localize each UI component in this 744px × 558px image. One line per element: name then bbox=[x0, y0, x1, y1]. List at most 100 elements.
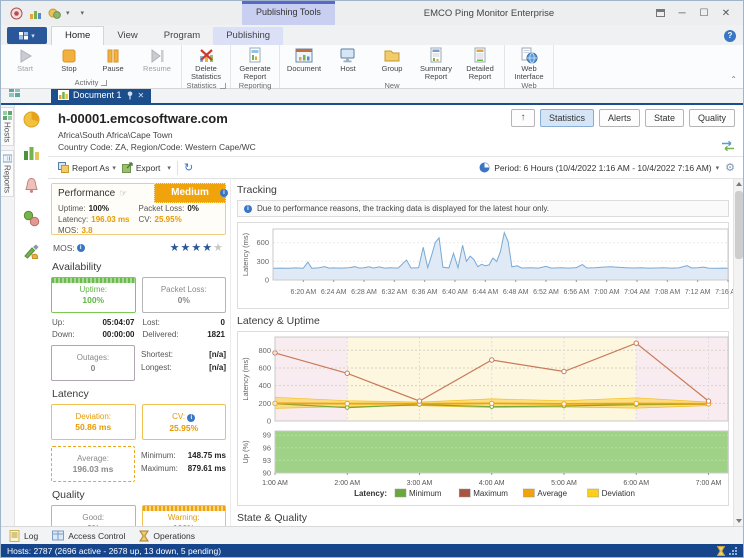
sidebar-tab-hosts[interactable]: Hosts bbox=[1, 107, 14, 146]
mos-row: MOS: i ★★★★★ bbox=[53, 241, 224, 254]
cv-info-icon[interactable]: i bbox=[187, 414, 195, 422]
star-icon[interactable]: ★ bbox=[170, 242, 181, 254]
bottom-tab-operations[interactable]: Operations bbox=[139, 530, 195, 542]
stop-button[interactable]: Stop bbox=[47, 46, 91, 77]
ribbon-tab-row: ▾ Home View Program Publishing ? bbox=[1, 25, 743, 45]
go-to-parent-button[interactable]: ↑ bbox=[511, 109, 535, 127]
log-icon bbox=[9, 530, 20, 542]
state-quality-heading: State & Quality bbox=[237, 512, 729, 524]
document-icon bbox=[295, 47, 313, 64]
state-dots-icon[interactable] bbox=[23, 210, 40, 227]
performance-card: Performance ☞ Medium i Uptime:100% Packe… bbox=[51, 183, 226, 235]
svg-text:600: 600 bbox=[258, 363, 271, 372]
status-bar: Hosts: 2787 (2696 active - 2678 up, 13 d… bbox=[1, 544, 743, 557]
swap-panels-icon[interactable] bbox=[721, 140, 735, 155]
performance-info-icon[interactable]: i bbox=[220, 189, 228, 197]
star-icon[interactable]: ★ bbox=[202, 242, 213, 254]
charts-bar-icon[interactable] bbox=[23, 144, 40, 161]
view-button-state[interactable]: State bbox=[645, 109, 684, 127]
statistics-pie-icon[interactable] bbox=[23, 111, 40, 128]
publish-qat-icon[interactable] bbox=[47, 6, 61, 20]
mos-info-icon[interactable]: i bbox=[77, 244, 85, 252]
new-group-button[interactable]: Group bbox=[370, 46, 414, 81]
resume-button[interactable]: Resume bbox=[135, 46, 179, 77]
delete-statistics-button[interactable]: Delete Statistics bbox=[184, 46, 228, 81]
svg-text:96: 96 bbox=[263, 443, 271, 452]
minimize-icon[interactable]: ─ bbox=[673, 5, 691, 21]
bottom-tab-access-control[interactable]: Access Control bbox=[52, 530, 125, 541]
new-summary-report-button[interactable]: Summary Report bbox=[414, 46, 458, 81]
dock-panel-icon[interactable] bbox=[9, 88, 21, 101]
help-icon[interactable]: ? bbox=[724, 30, 736, 42]
svg-text:2:00 AM: 2:00 AM bbox=[334, 480, 360, 487]
app-menu-button[interactable]: ▾ bbox=[7, 27, 47, 44]
collapse-ribbon-icon[interactable]: ⌃ bbox=[730, 75, 737, 84]
document-tab-close-icon[interactable]: ✕ bbox=[138, 91, 145, 100]
statistics-qat-icon[interactable] bbox=[28, 6, 42, 20]
tab-program[interactable]: Program bbox=[151, 27, 213, 45]
star-icon[interactable]: ★ bbox=[181, 242, 192, 254]
group-folder-icon bbox=[383, 47, 401, 64]
close-icon[interactable]: ✕ bbox=[717, 5, 735, 21]
document-tab[interactable]: Document 1 ✕ bbox=[51, 87, 151, 103]
scrollbar-thumb[interactable] bbox=[735, 191, 743, 259]
new-document-button[interactable]: Document bbox=[282, 46, 326, 81]
maximize-icon[interactable]: ☐ bbox=[695, 5, 713, 21]
detailed-report-icon bbox=[472, 47, 488, 64]
ribbon-display-options-icon[interactable] bbox=[651, 5, 669, 21]
host-icon bbox=[339, 47, 357, 64]
resize-grip[interactable] bbox=[729, 547, 737, 555]
scroll-down-icon[interactable] bbox=[734, 516, 744, 526]
history-refresh-icon[interactable]: ↻ bbox=[184, 161, 193, 174]
quick-access-toolbar: ▾ ▾ bbox=[1, 6, 92, 20]
star-icon[interactable]: ★ bbox=[191, 242, 202, 254]
ribbon: Start Stop Pause Resume Activity bbox=[1, 45, 743, 89]
scroll-up-icon[interactable] bbox=[734, 179, 744, 189]
view-button-quality[interactable]: Quality bbox=[689, 109, 735, 127]
tab-view[interactable]: View bbox=[104, 27, 150, 45]
app-logo-icon[interactable] bbox=[9, 6, 23, 20]
start-button[interactable]: Start bbox=[3, 46, 47, 77]
tracking-heading: Tracking bbox=[237, 184, 729, 196]
new-detailed-report-button[interactable]: Detailed Report bbox=[458, 46, 502, 81]
good-box: Good:0% bbox=[51, 505, 136, 526]
group-label-reporting: Reporting bbox=[239, 81, 272, 90]
svg-text:6:20 AM: 6:20 AM bbox=[290, 289, 316, 296]
report-as-button[interactable]: Report As▾ bbox=[58, 162, 116, 173]
window-controls: ─ ☐ ✕ bbox=[643, 5, 743, 21]
customize-qat-caret-icon[interactable]: ▾ bbox=[81, 9, 85, 17]
sidebar-tab-reports[interactable]: Reports bbox=[1, 150, 14, 197]
group-label-web: Web bbox=[521, 81, 536, 90]
tools-icon[interactable] bbox=[23, 243, 40, 260]
statistics-dialog-launcher-icon[interactable] bbox=[220, 83, 226, 89]
generate-report-button[interactable]: Generate Report bbox=[233, 46, 277, 81]
view-button-alerts[interactable]: Alerts bbox=[599, 109, 640, 127]
svg-text:7:12 AM: 7:12 AM bbox=[685, 289, 711, 296]
charts-scrollbar[interactable] bbox=[733, 179, 743, 526]
settings-gear-icon[interactable]: ⚙ bbox=[725, 161, 735, 174]
clock-icon bbox=[479, 162, 490, 173]
tab-home[interactable]: Home bbox=[51, 26, 104, 45]
group-label-activity: Activity bbox=[75, 78, 99, 87]
export-icon bbox=[122, 162, 133, 173]
start-icon bbox=[17, 47, 33, 64]
bottom-tab-log[interactable]: Log bbox=[9, 530, 38, 542]
alerts-bell-icon[interactable] bbox=[23, 177, 40, 194]
pause-button[interactable]: Pause bbox=[91, 46, 135, 77]
svg-text:6:56 AM: 6:56 AM bbox=[563, 289, 589, 296]
publish-qat-caret-icon[interactable]: ▾ bbox=[66, 9, 70, 17]
new-host-button[interactable]: Host bbox=[326, 46, 370, 81]
period-selector[interactable]: Period: 6 Hours (10/4/2022 1:16 AM - 10/… bbox=[479, 162, 719, 173]
web-interface-button[interactable]: Web Interface bbox=[507, 46, 551, 81]
tab-publishing[interactable]: Publishing bbox=[213, 27, 283, 45]
view-icon-gutter bbox=[15, 105, 48, 526]
activity-dialog-launcher-icon[interactable] bbox=[101, 80, 107, 86]
star-icon[interactable]: ★ bbox=[213, 242, 224, 254]
pin-icon[interactable] bbox=[126, 91, 134, 100]
view-button-statistics[interactable]: Statistics bbox=[540, 109, 594, 127]
export-button[interactable]: Export▾ bbox=[122, 162, 171, 173]
svg-text:400: 400 bbox=[258, 381, 271, 390]
svg-text:6:52 AM: 6:52 AM bbox=[533, 289, 559, 296]
pause-icon bbox=[105, 47, 121, 64]
ribbon-group-new: Document Host Group Summary Report Detai… bbox=[280, 45, 505, 88]
